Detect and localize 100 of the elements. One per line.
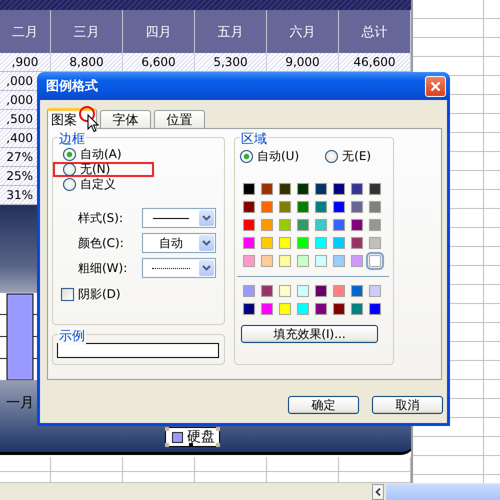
scroll-left-button[interactable] bbox=[372, 484, 384, 500]
color-swatch[interactable] bbox=[297, 219, 309, 231]
close-button[interactable] bbox=[425, 76, 446, 96]
color-swatch[interactable] bbox=[369, 183, 381, 195]
line-style-dropdown[interactable] bbox=[142, 208, 216, 228]
color-swatch[interactable] bbox=[333, 285, 345, 297]
color-swatch[interactable] bbox=[333, 219, 345, 231]
table-cell: 31% bbox=[0, 186, 37, 205]
color-swatch[interactable] bbox=[351, 303, 363, 315]
color-swatch[interactable] bbox=[261, 183, 273, 195]
color-swatch[interactable] bbox=[279, 285, 291, 297]
fill-effects-button[interactable]: 填充效果(I)... bbox=[241, 325, 378, 343]
color-swatch[interactable] bbox=[297, 285, 309, 297]
table-cell bbox=[267, 457, 339, 472]
color-swatch[interactable] bbox=[369, 255, 381, 267]
table-cell bbox=[195, 472, 267, 483]
scrollbar[interactable] bbox=[386, 484, 500, 500]
color-swatch[interactable] bbox=[351, 183, 363, 195]
column-header: 五月 bbox=[195, 10, 267, 53]
color-swatch[interactable] bbox=[297, 183, 309, 195]
color-swatch[interactable] bbox=[315, 303, 327, 315]
radio-button[interactable] bbox=[63, 163, 76, 176]
table-cell: 5,300 bbox=[195, 53, 267, 72]
color-swatch[interactable] bbox=[261, 285, 273, 297]
color-swatch[interactable] bbox=[279, 303, 291, 315]
field-label: 样式(S): bbox=[77, 210, 124, 226]
color-swatch[interactable] bbox=[333, 303, 345, 315]
column-header: 总计 bbox=[339, 10, 411, 53]
option-label: 无(E) bbox=[342, 148, 372, 165]
color-swatch[interactable] bbox=[351, 201, 363, 213]
dialog-button[interactable]: 确定 bbox=[288, 396, 359, 414]
table-cell: 25% bbox=[0, 167, 37, 186]
color-swatch[interactable] bbox=[261, 219, 273, 231]
color-swatch[interactable] bbox=[369, 201, 381, 213]
color-swatch[interactable] bbox=[315, 237, 327, 249]
color-swatch[interactable] bbox=[351, 255, 363, 267]
color-swatch[interactable] bbox=[297, 237, 309, 249]
color-swatch[interactable] bbox=[261, 303, 273, 315]
color-swatch[interactable] bbox=[369, 219, 381, 231]
color-swatch[interactable] bbox=[297, 201, 309, 213]
color-swatch[interactable] bbox=[369, 285, 381, 297]
color-swatch[interactable] bbox=[243, 303, 255, 315]
color-swatch[interactable] bbox=[261, 237, 273, 249]
color-swatch[interactable] bbox=[261, 201, 273, 213]
color-swatch[interactable] bbox=[315, 285, 327, 297]
table-cell: 27% bbox=[0, 148, 37, 167]
color-swatch[interactable] bbox=[333, 255, 345, 267]
checkbox[interactable] bbox=[61, 288, 74, 300]
table-cell: ,000 bbox=[0, 72, 37, 91]
color-swatch[interactable] bbox=[333, 183, 345, 195]
color-swatch[interactable] bbox=[279, 201, 291, 213]
chevron-down-icon bbox=[202, 240, 211, 246]
color-swatch[interactable] bbox=[279, 255, 291, 267]
color-swatch[interactable] bbox=[315, 255, 327, 267]
legend-box[interactable]: 硬盘 bbox=[165, 427, 220, 447]
color-swatch[interactable] bbox=[369, 237, 381, 249]
color-swatch[interactable] bbox=[243, 219, 255, 231]
color-swatch[interactable] bbox=[297, 255, 309, 267]
color-swatch[interactable] bbox=[333, 201, 345, 213]
color-swatch[interactable] bbox=[261, 255, 273, 267]
color-swatch[interactable] bbox=[315, 201, 327, 213]
close-icon bbox=[430, 80, 441, 92]
tab[interactable]: 位置 bbox=[154, 110, 205, 128]
color-swatch[interactable] bbox=[297, 303, 309, 315]
dialog-button[interactable]: 取消 bbox=[372, 396, 443, 414]
chevron-down-icon bbox=[202, 265, 211, 271]
table-cell bbox=[123, 457, 195, 472]
table-cell bbox=[0, 472, 51, 483]
color-swatch[interactable] bbox=[279, 183, 291, 195]
color-swatch[interactable] bbox=[315, 219, 327, 231]
radio-button[interactable] bbox=[63, 148, 76, 161]
color-swatch[interactable] bbox=[243, 255, 255, 267]
color-swatch[interactable] bbox=[369, 303, 381, 315]
table-cell bbox=[51, 472, 123, 483]
color-swatch[interactable] bbox=[351, 219, 363, 231]
group-title: 区域 bbox=[240, 130, 268, 148]
color-swatch[interactable] bbox=[351, 237, 363, 249]
color-swatch[interactable] bbox=[279, 237, 291, 249]
chevron-down-icon bbox=[202, 215, 211, 221]
color-swatch[interactable] bbox=[279, 219, 291, 231]
color-swatch[interactable] bbox=[333, 237, 345, 249]
option-label: 无(N) bbox=[80, 161, 110, 178]
radio-button[interactable] bbox=[240, 150, 253, 163]
table-cell: ,000 bbox=[0, 91, 37, 110]
color-swatch[interactable] bbox=[351, 285, 363, 297]
table-cell bbox=[195, 457, 267, 472]
color-swatch[interactable] bbox=[315, 183, 327, 195]
table-cell: 46,600 bbox=[339, 53, 411, 72]
group-title: 示例 bbox=[58, 327, 86, 345]
color-swatch[interactable] bbox=[243, 201, 255, 213]
column-header: 四月 bbox=[123, 10, 195, 53]
color-dropdown[interactable]: 自动 bbox=[142, 233, 216, 253]
tab[interactable]: 字体 bbox=[100, 110, 151, 128]
color-swatch[interactable] bbox=[243, 237, 255, 249]
radio-button[interactable] bbox=[325, 150, 338, 163]
line-weight-dropdown[interactable] bbox=[142, 258, 216, 278]
radio-button[interactable] bbox=[63, 178, 76, 191]
color-swatch[interactable] bbox=[243, 285, 255, 297]
color-swatch[interactable] bbox=[243, 183, 255, 195]
table-cell: 6,600 bbox=[123, 53, 195, 72]
